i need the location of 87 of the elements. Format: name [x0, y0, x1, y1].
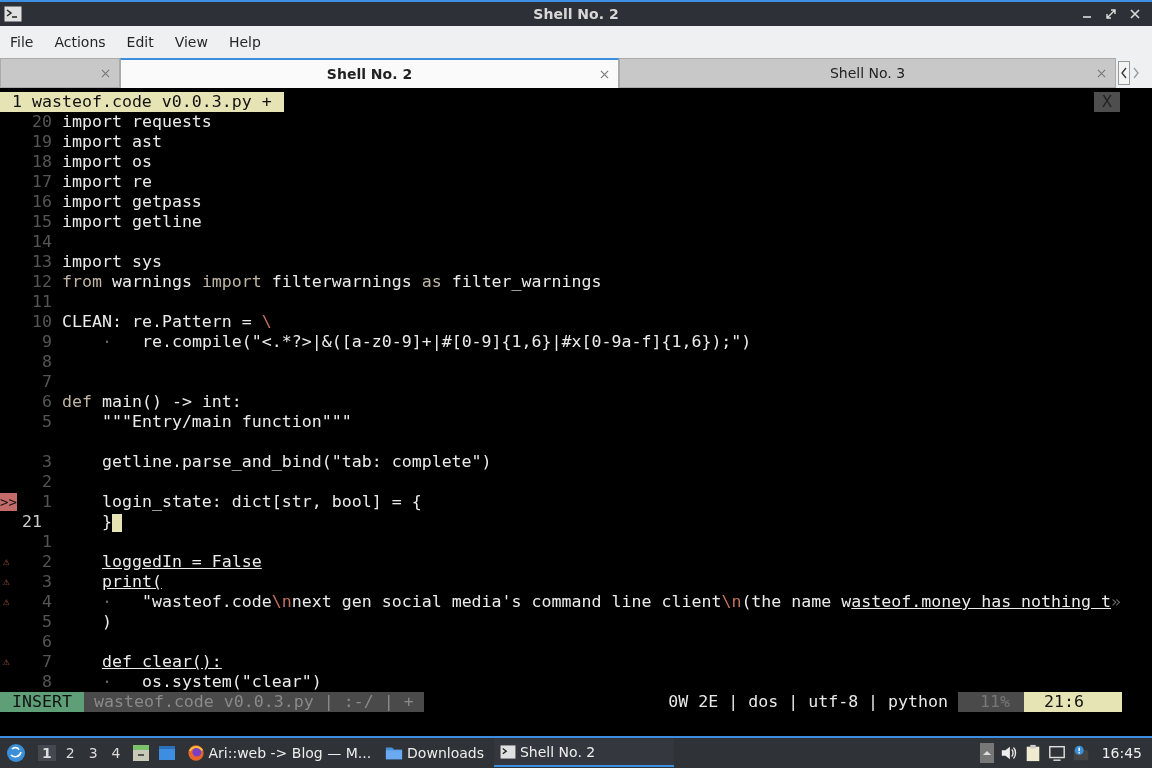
line-number: 8 [42, 672, 52, 691]
menu-item[interactable]: Help [222, 34, 267, 50]
line-number: 10 [32, 312, 52, 331]
tab[interactable]: Shell No. 2 [120, 58, 619, 88]
tab[interactable]: Shell No. 3 [619, 58, 1116, 88]
desktop-button[interactable]: 2 [61, 745, 79, 761]
code-line: · "wasteof.code\nnext gen social media's command line client\n(the name wasteof.money has nothing t» [100, 592, 1122, 612]
line-number: 7 [42, 372, 52, 391]
line-number: 20 [32, 112, 52, 131]
maximize-icon[interactable] [1106, 9, 1116, 19]
start-menu-icon[interactable] [6, 743, 26, 763]
line-number: 2 [42, 552, 52, 571]
code-line: · os.system("clear") [100, 672, 322, 692]
code-line: """Entry/main function""" [100, 412, 352, 432]
line-number: 4 [42, 592, 52, 611]
code-line: CLEAN: re.Pattern = \ [62, 312, 272, 332]
warning-sign: ⚠ [2, 554, 10, 570]
warning-sign: ⚠ [2, 574, 10, 590]
warning-sign: ⚠ [2, 594, 10, 610]
code-line: ) [100, 612, 112, 632]
chevron-left-icon[interactable] [1118, 61, 1130, 85]
terminal-icon [500, 745, 516, 759]
clock: 16:45 [1101, 745, 1142, 761]
line-number: 19 [32, 132, 52, 151]
line-number: 1 [42, 492, 52, 511]
code-line: import os [62, 152, 152, 172]
line-number: 3 [42, 572, 52, 591]
browser-icon [186, 744, 205, 762]
code-line: loggedIn = False [100, 552, 262, 572]
desktop-button[interactable]: 3 [84, 745, 102, 761]
window-icon[interactable] [156, 743, 177, 763]
code-line: def main() -> int: [62, 392, 242, 412]
terminal-icon [4, 6, 22, 22]
code-line: import ast [62, 132, 162, 152]
menu-item[interactable]: View [168, 34, 214, 50]
line-number: 14 [32, 232, 52, 251]
code-line: import requests [62, 112, 212, 132]
line-number: 9 [42, 332, 52, 351]
menu-item[interactable]: Actions [48, 34, 112, 50]
cursor-position: 21:6 [1024, 692, 1122, 712]
line-number: 8 [42, 352, 52, 371]
line-number: 15 [32, 212, 52, 231]
code-line: } [62, 512, 122, 532]
line-number: 5 [42, 412, 52, 431]
menu-item[interactable]: Edit [120, 34, 160, 50]
code-line: print( [100, 572, 162, 592]
window-title: Shell No. 2 [533, 6, 619, 22]
code-line: def clear(): [100, 652, 222, 672]
code-line: import getpass [62, 192, 202, 212]
line-number: 16 [32, 192, 52, 211]
line-number: 1 [42, 532, 52, 551]
taskbar-task[interactable]: Shell No. 2 [494, 739, 674, 767]
tray-expand-icon[interactable] [979, 743, 994, 763]
code-line: from warnings import filterwarnings as filter_warnings [62, 272, 602, 292]
line-number: 17 [32, 172, 52, 191]
line-number: 2 [42, 472, 52, 491]
code-line: import getline [62, 212, 202, 232]
menu-item[interactable]: File [4, 34, 40, 50]
code-line: import re [62, 172, 152, 192]
taskbar-task[interactable]: Downloads [381, 739, 488, 767]
line-number: 18 [32, 152, 52, 171]
code-line: getline.parse_and_bind("tab: complete") [100, 452, 492, 472]
monitor-icon[interactable] [1047, 744, 1066, 762]
desktop-button[interactable]: 1 [38, 745, 56, 761]
mode-indicator: INSERT [0, 692, 84, 712]
desktop-button[interactable]: 4 [107, 745, 125, 761]
file-cabinet-icon[interactable] [130, 743, 151, 763]
file-info: 0W 2E | dos | utf-8 | python [668, 692, 950, 712]
line-number: 5 [42, 612, 52, 631]
code-line: · re.compile("<.*?>|&([a-z0-9]+|#[0-9]{1,6}|#x[0-9a-f]{1,6});") [100, 332, 752, 352]
line-number: 13 [32, 252, 52, 271]
speaker-icon[interactable] [999, 744, 1018, 762]
line-number: 6 [42, 632, 52, 651]
line-number: 12 [32, 272, 52, 291]
line-number: 6 [42, 392, 52, 411]
taskbar-task[interactable]: Ari::web -> Blog — M... [182, 739, 376, 767]
buffer-tab[interactable]: 1 wasteof.code v0.0.3.py + [0, 92, 284, 112]
error-sign: >> [0, 493, 17, 511]
warning-sign: ⚠ [2, 654, 10, 670]
file-status: wasteof.code v0.0.3.py | :-/ | + [83, 692, 424, 712]
line-number: 21 [22, 512, 42, 531]
code-line: login_state: dict[str, bool] = { [100, 492, 422, 512]
line-number: 3 [42, 452, 52, 471]
line-number: 11 [32, 292, 52, 311]
line-number: 7 [42, 652, 52, 671]
code-line: import sys [62, 252, 162, 272]
notification-icon[interactable] [1071, 744, 1090, 762]
